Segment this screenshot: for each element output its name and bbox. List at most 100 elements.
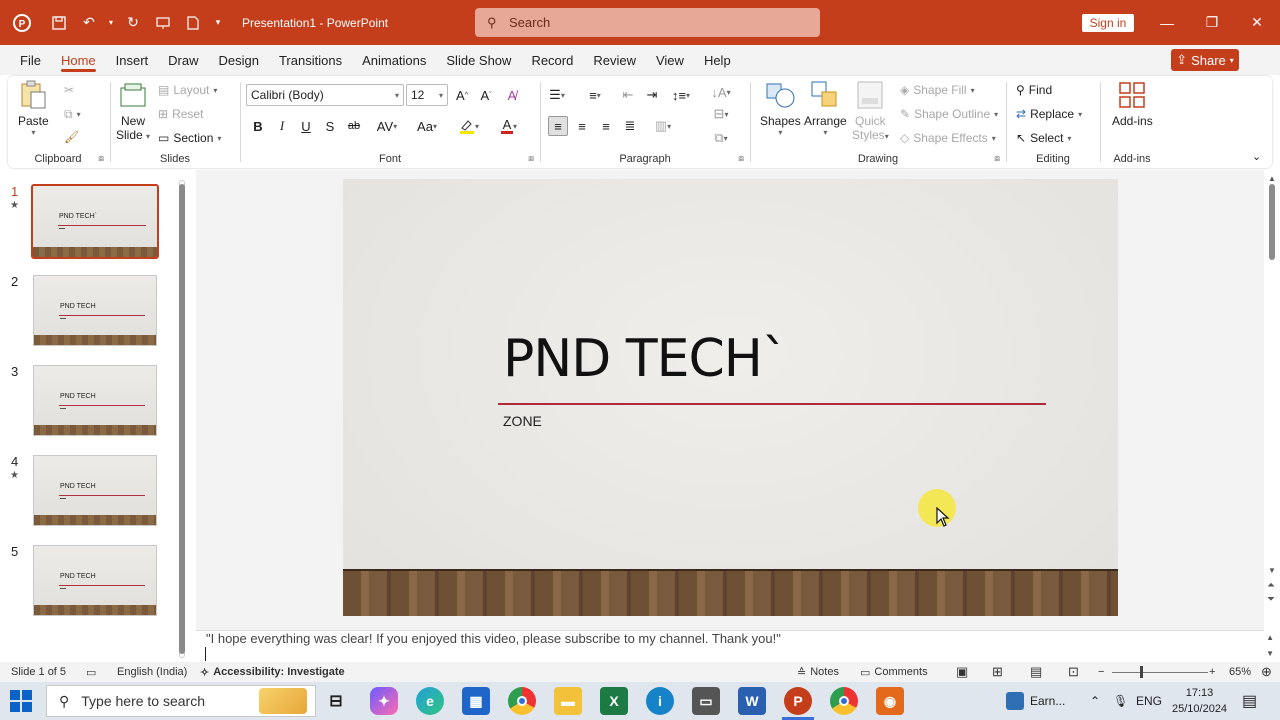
info-app-icon[interactable]: i — [646, 687, 674, 715]
tab-draw[interactable]: Draw — [158, 45, 208, 75]
section-button[interactable]: ▭ Section ▾ — [158, 128, 221, 148]
character-spacing-icon[interactable]: AV ▾ — [372, 116, 402, 136]
comments-button[interactable]: ▭ Comments — [860, 662, 928, 682]
slide-thumbnail-3[interactable]: PND TECH — [33, 365, 157, 436]
collapse-ribbon-icon[interactable]: ⌄ — [1252, 146, 1261, 166]
highlight-color-icon[interactable]: ▾ — [454, 116, 484, 136]
select-button[interactable]: ↖ Select ▾ — [1016, 128, 1071, 148]
strikethrough-icon[interactable]: ab — [344, 116, 364, 136]
accessibility-checker[interactable]: ✧ Accessibility: Investigate — [200, 662, 345, 682]
previous-slide-icon[interactable]: ⏶ — [1267, 580, 1275, 591]
tab-animations[interactable]: Animations — [352, 45, 436, 75]
drawing-launcher-icon[interactable]: ⧈ — [994, 153, 1000, 164]
bold-icon[interactable]: B — [248, 116, 268, 136]
language-indicator[interactable]: English (India) — [117, 662, 187, 682]
font-launcher-icon[interactable]: ⧈ — [528, 153, 534, 164]
microsoft-store-icon[interactable]: ▦ — [462, 687, 490, 715]
normal-view-icon[interactable]: ▣ — [956, 662, 968, 682]
smartart-icon[interactable]: ⧉ ▾ — [708, 128, 734, 148]
slide-thumbnail-5[interactable]: PND TECH — [33, 545, 157, 616]
undo-icon[interactable]: ↶ — [74, 0, 104, 45]
new-file-icon[interactable] — [178, 0, 208, 45]
powerpoint-taskbar-icon[interactable]: P — [784, 687, 812, 715]
increase-indent-icon[interactable]: ⇥ — [642, 85, 662, 105]
shape-effects-button[interactable]: ◇ Shape Effects ▾ — [900, 128, 996, 148]
tab-design[interactable]: Design — [209, 45, 269, 75]
clock[interactable]: 17:13 25/10/2024 — [1172, 685, 1227, 717]
slide-title[interactable]: PND TECH` — [503, 329, 788, 389]
columns-icon[interactable]: ▥ ▾ — [648, 116, 678, 136]
slide-scrollbar[interactable]: ▲ ▼ ⏶ ⏷ — [1266, 170, 1278, 630]
spelling-icon[interactable]: ▭ — [86, 662, 96, 682]
save-icon[interactable] — [44, 0, 74, 45]
reading-view-icon[interactable]: ▤ — [1030, 662, 1042, 682]
slide-sorter-icon[interactable]: ⊞ — [992, 662, 1003, 682]
copilot-icon[interactable]: ✦ — [370, 687, 398, 715]
current-slide[interactable]: PND TECH` ZONE — [343, 179, 1118, 616]
tab-slide-show[interactable]: Slide Show — [436, 45, 521, 75]
slide-thumbnail-2[interactable]: PND TECH — [33, 275, 157, 346]
word-icon[interactable]: W — [738, 687, 766, 715]
redo-icon[interactable]: ↻ — [118, 0, 148, 45]
slide-thumbnail-4[interactable]: PND TECH — [33, 455, 157, 526]
font-size-select[interactable]: 12 ▾ — [406, 84, 448, 106]
scroll-up-icon[interactable]: ▲ — [1268, 174, 1276, 183]
tray-overflow-icon[interactable]: ⌃ — [1090, 682, 1100, 720]
add-ins-button[interactable]: Add-ins — [1112, 80, 1153, 128]
slide-thumbnail-1[interactable]: PND TECH` — [31, 184, 159, 259]
zoom-in-icon[interactable]: + — [1209, 662, 1215, 682]
file-explorer-icon[interactable]: ▬ — [554, 687, 582, 715]
thumbnails-scroll-thumb[interactable] — [179, 184, 185, 654]
microphone-icon[interactable]: 🎙 — [1113, 682, 1128, 720]
shapes-button[interactable]: Shapes ▾ — [760, 80, 801, 137]
notes-toggle-button[interactable]: ≙ Notes — [797, 662, 839, 682]
align-text-icon[interactable]: ⊟ ▾ — [708, 104, 734, 124]
excel-icon[interactable]: X — [600, 687, 628, 715]
recorder-app-icon[interactable]: ◉ — [876, 687, 904, 715]
share-button[interactable]: ⇪ Share ▾ — [1171, 49, 1239, 71]
windows-start-icon[interactable] — [10, 690, 32, 712]
chrome-icon[interactable] — [508, 687, 536, 715]
reset-button[interactable]: ⊞ Reset — [158, 104, 203, 124]
font-name-select[interactable]: Calibri (Body) ▾ — [246, 84, 404, 106]
cut-icon[interactable]: ✂ — [64, 80, 74, 100]
start-from-beginning-icon[interactable] — [148, 0, 178, 45]
clear-formatting-icon[interactable]: A̸ — [502, 85, 522, 105]
copy-icon[interactable]: ⧉ ▾ — [64, 104, 81, 124]
text-direction-icon[interactable]: ↓A ▾ — [708, 82, 734, 102]
quick-styles-button[interactable]: Quick Styles▾ — [852, 80, 889, 142]
tab-home[interactable]: Home — [51, 45, 106, 75]
align-right-icon[interactable]: ≡ — [596, 116, 616, 136]
align-left-icon[interactable]: ≡ — [548, 116, 568, 136]
paragraph-launcher-icon[interactable]: ⧈ — [738, 153, 744, 164]
change-case-icon[interactable]: Aa ▾ — [412, 116, 442, 136]
text-shadow-icon[interactable]: S — [320, 116, 340, 136]
shape-fill-button[interactable]: ◈ Shape Fill ▾ — [900, 80, 975, 100]
task-view-icon[interactable]: ⊟ — [322, 687, 350, 715]
decrease-indent-icon[interactable]: ⇤ — [618, 85, 638, 105]
notification-icon[interactable]: ▤ — [1242, 682, 1257, 720]
tab-insert[interactable]: Insert — [106, 45, 159, 75]
scroll-down-icon[interactable]: ▼ — [1268, 566, 1276, 575]
chrome-second-icon[interactable] — [830, 687, 858, 715]
replace-button[interactable]: ⇄ Replace ▾ — [1016, 104, 1082, 124]
italic-icon[interactable]: I — [272, 116, 292, 136]
find-button[interactable]: ⚲ Find — [1016, 80, 1052, 100]
increase-font-size-icon[interactable]: A ^ — [452, 85, 472, 105]
tab-view[interactable]: View — [646, 45, 694, 75]
paste-button[interactable]: Paste ▾ — [18, 80, 49, 137]
arrange-button[interactable]: Arrange ▾ — [804, 80, 847, 137]
search-input[interactable]: ⚲ Search — [475, 8, 820, 37]
line-spacing-icon[interactable]: ↕≡ ▾ — [666, 85, 696, 105]
next-slide-icon[interactable]: ⏷ — [1267, 594, 1275, 605]
undo-dropdown-icon[interactable]: ▾ — [104, 0, 118, 45]
slideshow-view-icon[interactable]: ⊡ — [1068, 662, 1079, 682]
notes-scroll-down-icon[interactable]: ▼ — [1266, 649, 1274, 658]
slide-subtitle[interactable]: ZONE — [503, 413, 542, 429]
align-center-icon[interactable]: ≡ — [572, 116, 592, 136]
tab-record[interactable]: Record — [521, 45, 583, 75]
notes-pane[interactable]: "I hope everything was clear! If you enj… — [196, 630, 1274, 662]
format-painter-icon[interactable]: 🖌 — [64, 127, 79, 147]
slide-scroll-thumb[interactable] — [1269, 184, 1275, 260]
sign-in-button[interactable]: Sign in — [1082, 14, 1134, 32]
